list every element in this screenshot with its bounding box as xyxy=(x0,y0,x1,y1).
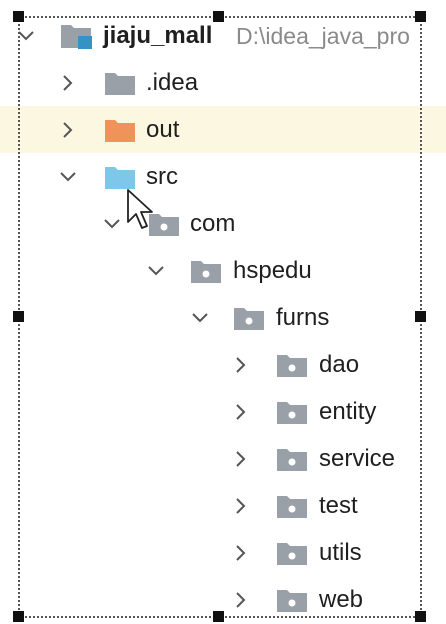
tree-row-utils[interactable]: utils xyxy=(0,529,446,576)
tree-row-service[interactable]: service xyxy=(0,435,446,482)
package-name: furns xyxy=(276,303,330,331)
tree-row-idea[interactable]: .idea xyxy=(0,59,446,106)
package-icon xyxy=(276,541,308,567)
resize-handle-top-right[interactable] xyxy=(415,11,426,22)
package-icon xyxy=(276,447,308,473)
mouse-pointer-icon xyxy=(126,188,154,234)
package-name: utils xyxy=(319,538,362,566)
package-name: entity xyxy=(319,397,377,425)
chevron-down-icon[interactable] xyxy=(192,310,208,326)
tree-row-entity[interactable]: entity xyxy=(0,388,446,435)
chevron-right-icon[interactable] xyxy=(233,356,249,373)
folder-name: out xyxy=(146,115,180,143)
package-icon xyxy=(233,306,265,332)
tree-row-hspedu[interactable]: hspedu xyxy=(0,247,446,294)
chevron-right-icon[interactable] xyxy=(233,403,249,420)
folder-name: .idea xyxy=(146,68,199,96)
resize-handle-left[interactable] xyxy=(13,311,24,322)
folder-icon xyxy=(104,71,136,97)
chevron-right-icon[interactable] xyxy=(233,544,249,561)
chevron-right-icon[interactable] xyxy=(60,74,76,91)
tree-row-out[interactable]: out xyxy=(0,106,446,153)
chevron-right-icon[interactable] xyxy=(233,497,249,514)
chevron-right-icon[interactable] xyxy=(233,591,249,608)
package-name: web xyxy=(319,585,364,613)
package-name: service xyxy=(319,444,396,472)
package-name: com xyxy=(190,209,236,237)
tree-row-test[interactable]: test xyxy=(0,482,446,529)
chevron-down-icon[interactable] xyxy=(60,169,76,185)
chevron-right-icon[interactable] xyxy=(60,121,76,138)
resize-handle-right[interactable] xyxy=(415,311,426,322)
resize-handle-top-left[interactable] xyxy=(13,11,24,22)
package-icon xyxy=(190,259,222,285)
tree-row-furns[interactable]: furns xyxy=(0,294,446,341)
resize-handle-bottom-right[interactable] xyxy=(415,611,426,622)
root-project-path: D:\idea_java_pro xyxy=(236,22,410,49)
tree-row-src[interactable]: src xyxy=(0,153,446,200)
tree-row-com[interactable]: com xyxy=(0,200,446,247)
tree-row-dao[interactable]: dao xyxy=(0,341,446,388)
chevron-down-icon[interactable] xyxy=(18,28,34,44)
project-tree: jiaju_mall D:\idea_java_pro .idea out sr… xyxy=(0,12,446,623)
package-icon xyxy=(276,353,308,379)
package-name: hspedu xyxy=(233,256,312,284)
resize-handle-bottom[interactable] xyxy=(213,611,224,622)
resize-handle-bottom-left[interactable] xyxy=(13,611,24,622)
chevron-down-icon[interactable] xyxy=(148,263,164,279)
root-project-name: jiaju_mall xyxy=(103,21,213,49)
package-icon xyxy=(276,494,308,520)
chevron-right-icon[interactable] xyxy=(233,450,249,467)
folder-name: src xyxy=(146,162,178,190)
package-icon xyxy=(276,400,308,426)
module-folder-icon xyxy=(60,22,92,49)
project-tree-panel: jiaju_mall D:\idea_java_pro .idea out sr… xyxy=(0,0,446,624)
package-icon xyxy=(276,588,308,614)
chevron-down-icon[interactable] xyxy=(104,216,120,232)
package-name: test xyxy=(319,491,358,519)
output-folder-icon xyxy=(104,118,136,144)
resize-handle-top[interactable] xyxy=(213,11,224,22)
package-name: dao xyxy=(319,350,360,378)
